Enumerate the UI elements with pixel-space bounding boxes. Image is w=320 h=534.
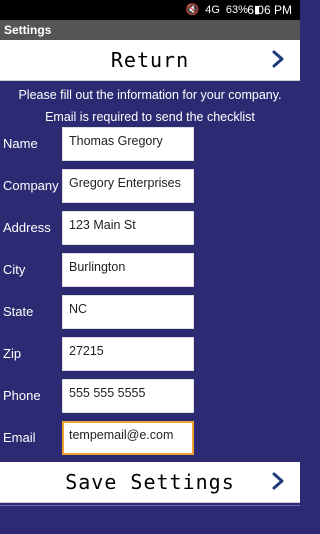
app-title-bar: Settings: [0, 20, 300, 40]
mute-icon: 🔇: [185, 4, 200, 16]
state-field[interactable]: NC: [62, 295, 194, 329]
name-label: Name: [3, 136, 38, 151]
chevron-right-icon: [272, 472, 284, 490]
form-row-name: Name Thomas Gregory: [0, 127, 300, 161]
company-field[interactable]: Gregory Enterprises: [62, 169, 194, 203]
form-row-phone: Phone 555 555 5555: [0, 379, 300, 413]
company-label: Company: [3, 178, 59, 193]
address-label: Address: [3, 220, 51, 235]
phone-label: Phone: [3, 388, 41, 403]
battery-percent: 63%: [225, 3, 248, 16]
email-label: Email: [3, 430, 36, 445]
state-label: State: [3, 304, 34, 319]
app-title: Settings: [4, 23, 52, 37]
form-row-company: Company Gregory Enterprises: [0, 169, 300, 203]
form-row-email: Email tempemail@e.com: [0, 421, 300, 455]
instruction-line-2: Email is required to send the checklist: [45, 110, 255, 124]
name-field[interactable]: Thomas Gregory: [62, 127, 194, 161]
status-time: 6:06 PM: [247, 3, 292, 17]
city-field[interactable]: Burlington: [62, 253, 194, 287]
chevron-right-icon: [272, 50, 284, 68]
form-row-address: Address 123 Main St: [0, 211, 300, 245]
bottom-area: [0, 505, 300, 534]
zip-field[interactable]: 27215: [62, 337, 194, 371]
zip-label: Zip: [3, 346, 22, 361]
save-settings-label: Save Settings: [65, 470, 235, 494]
form-row-city: City Burlington: [0, 253, 300, 287]
phone-field[interactable]: 555 555 5555: [62, 379, 194, 413]
return-button[interactable]: Return: [0, 40, 300, 81]
save-settings-button[interactable]: Save Settings: [0, 462, 300, 503]
return-button-label: Return: [110, 48, 190, 72]
instruction-line-1: Please fill out the information for your…: [18, 88, 282, 102]
address-field[interactable]: 123 Main St: [62, 211, 194, 245]
form-row-zip: Zip 27215: [0, 337, 300, 371]
email-field[interactable]: tempemail@e.com: [62, 421, 194, 455]
city-label: City: [3, 262, 26, 277]
status-bar: 🔇 4G 63% ▮ 6:06 PM: [0, 0, 300, 20]
form-row-state: State NC: [0, 295, 300, 329]
signal-icon: 4G: [205, 3, 220, 16]
